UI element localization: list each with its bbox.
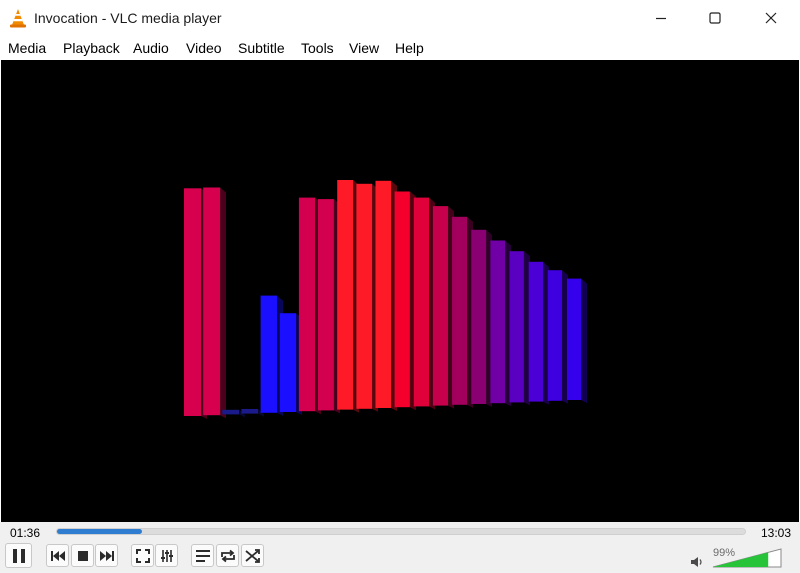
spectrum-bar — [375, 180, 391, 408]
spectrum-bar — [184, 188, 201, 416]
loop-button[interactable] — [216, 544, 239, 567]
minimize-button[interactable] — [638, 0, 684, 36]
spectrum-bar — [547, 270, 562, 401]
extended-settings-icon — [160, 549, 173, 562]
spectrum-bar — [318, 199, 334, 411]
stop-button[interactable] — [71, 544, 94, 567]
title-bar: Invocation - VLC media player — [0, 0, 800, 36]
minimize-icon — [656, 17, 666, 20]
spectrum-bar — [413, 197, 429, 407]
vlc-cone-icon — [10, 9, 26, 28]
pause-icon — [12, 548, 25, 563]
volume-slider[interactable] — [712, 548, 782, 568]
spectrum-bar — [509, 251, 524, 403]
fullscreen-icon — [135, 548, 150, 563]
spectrum-bar — [222, 409, 239, 415]
menu-video[interactable]: Video — [186, 40, 222, 56]
pause-button[interactable] — [5, 543, 32, 568]
maximize-icon — [709, 12, 721, 24]
stop-icon — [77, 550, 88, 561]
spectrum-visualizer — [184, 180, 587, 419]
window-title: Invocation - VLC media player — [34, 10, 222, 26]
next-icon — [99, 550, 114, 561]
loop-icon — [220, 549, 235, 562]
spectrum-bar — [394, 191, 410, 408]
total-time: 13:03 — [761, 526, 792, 540]
spectrum-bar-side — [581, 278, 587, 403]
spectrum-bar — [356, 183, 373, 409]
menu-help[interactable]: Help — [395, 40, 424, 56]
menu-media[interactable]: Media — [8, 40, 46, 56]
fullscreen-button[interactable] — [131, 544, 154, 567]
next-button[interactable] — [95, 544, 118, 567]
maximize-button[interactable] — [692, 0, 738, 36]
spectrum-bar — [471, 229, 487, 404]
spectrum-bar — [260, 295, 277, 413]
spectrum-bar — [490, 240, 505, 404]
seek-bar-progress — [57, 529, 142, 534]
seek-bar[interactable] — [56, 528, 746, 535]
spectrum-bar — [528, 261, 543, 402]
spectrum-bar-side — [220, 187, 226, 419]
spectrum-bar — [203, 187, 221, 416]
close-icon — [765, 12, 777, 24]
menu-playback[interactable]: Playback — [63, 40, 120, 56]
menu-audio[interactable]: Audio — [133, 40, 169, 56]
video-area[interactable] — [1, 60, 799, 522]
volume-icon[interactable] — [690, 555, 704, 569]
extended-settings-button[interactable] — [155, 544, 178, 567]
menu-bar: Media Playback Audio Video Subtitle Tool… — [0, 36, 800, 60]
shuffle-button[interactable] — [241, 544, 264, 567]
spectrum-bar — [337, 180, 353, 410]
close-button[interactable] — [748, 0, 794, 36]
menu-subtitle[interactable]: Subtitle — [238, 40, 285, 56]
spectrum-bar — [432, 206, 448, 406]
playlist-icon — [195, 549, 210, 562]
controls-panel: 01:36 13:03 99% — [0, 522, 800, 573]
menu-tools[interactable]: Tools — [301, 40, 334, 56]
previous-button[interactable] — [46, 544, 69, 567]
shuffle-icon — [244, 548, 260, 563]
spectrum-bar — [279, 313, 297, 412]
spectrum-bar — [452, 216, 467, 405]
elapsed-time: 01:36 — [10, 526, 41, 540]
playlist-button[interactable] — [191, 544, 214, 567]
previous-icon — [50, 550, 65, 561]
spectrum-bar — [241, 409, 258, 414]
spectrum-bar — [298, 197, 315, 412]
menu-view[interactable]: View — [349, 40, 379, 56]
spectrum-bar — [567, 278, 581, 400]
